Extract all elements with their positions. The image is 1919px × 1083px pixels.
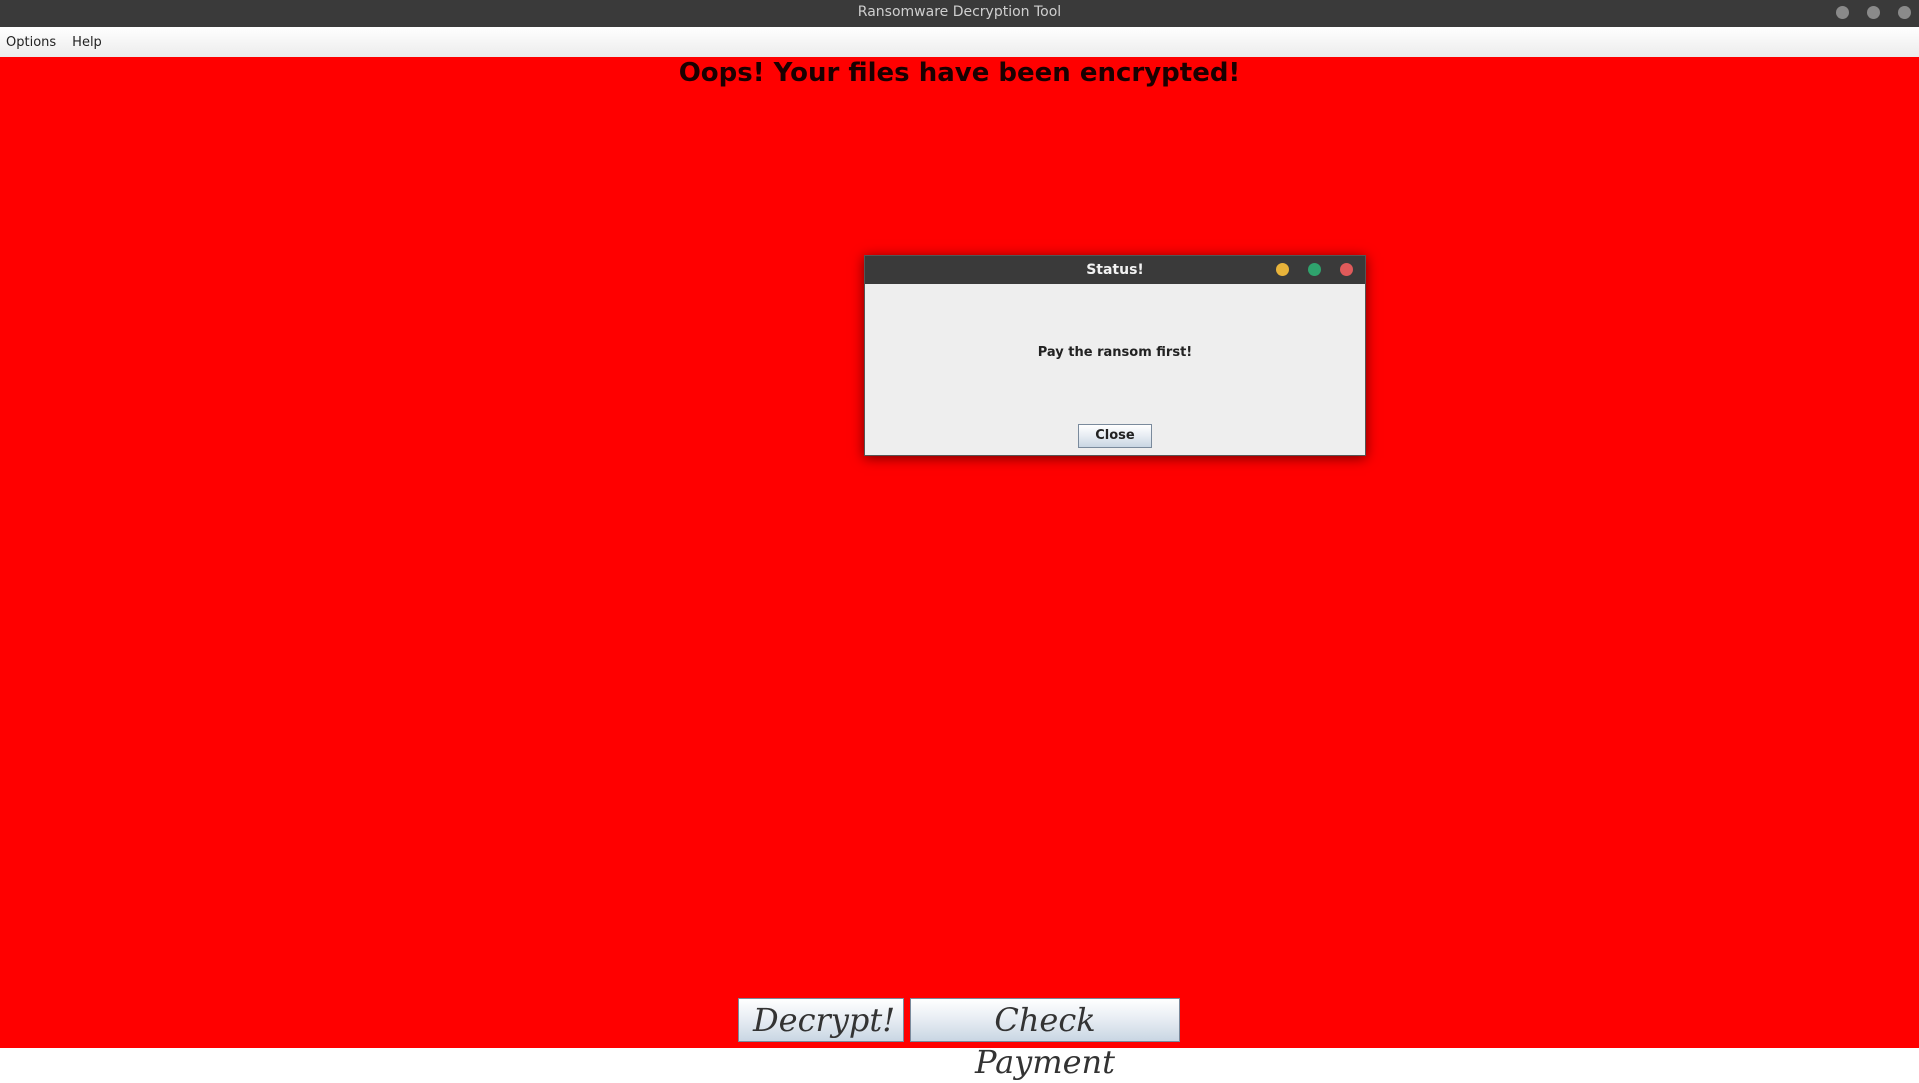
- status-dialog: Status! Pay the ransom first! Close: [864, 255, 1366, 456]
- close-icon[interactable]: [1898, 6, 1911, 19]
- window-controls: [1836, 6, 1911, 19]
- menu-help[interactable]: Help: [66, 35, 108, 50]
- maximize-icon[interactable]: [1308, 263, 1321, 276]
- window-title: Ransomware Decryption Tool: [857, 4, 1062, 20]
- ransom-headline: Oops! Your files have been encrypted!: [678, 58, 1241, 88]
- dialog-controls: [1276, 263, 1353, 276]
- action-buttons: Decrypt! Check Payment: [738, 998, 1180, 1081]
- menu-options[interactable]: Options: [0, 35, 62, 50]
- maximize-icon[interactable]: [1867, 6, 1880, 19]
- window-titlebar: Ransomware Decryption Tool: [0, 0, 1919, 28]
- minimize-icon[interactable]: [1836, 6, 1849, 19]
- check-payment-button[interactable]: Check Payment: [910, 998, 1180, 1081]
- dialog-message: Pay the ransom first!: [1037, 345, 1193, 360]
- close-button[interactable]: Close: [1078, 424, 1152, 448]
- dialog-title: Status!: [1086, 262, 1144, 278]
- decrypt-button[interactable]: Decrypt!: [738, 998, 904, 1042]
- close-icon[interactable]: [1340, 263, 1353, 276]
- dialog-titlebar: Status!: [865, 256, 1365, 284]
- main-panel: Oops! Your files have been encrypted! De…: [0, 57, 1919, 1081]
- minimize-icon[interactable]: [1276, 263, 1289, 276]
- menubar: Options Help: [0, 27, 1919, 58]
- app-window: Ransomware Decryption Tool Options Help …: [0, 0, 1919, 1081]
